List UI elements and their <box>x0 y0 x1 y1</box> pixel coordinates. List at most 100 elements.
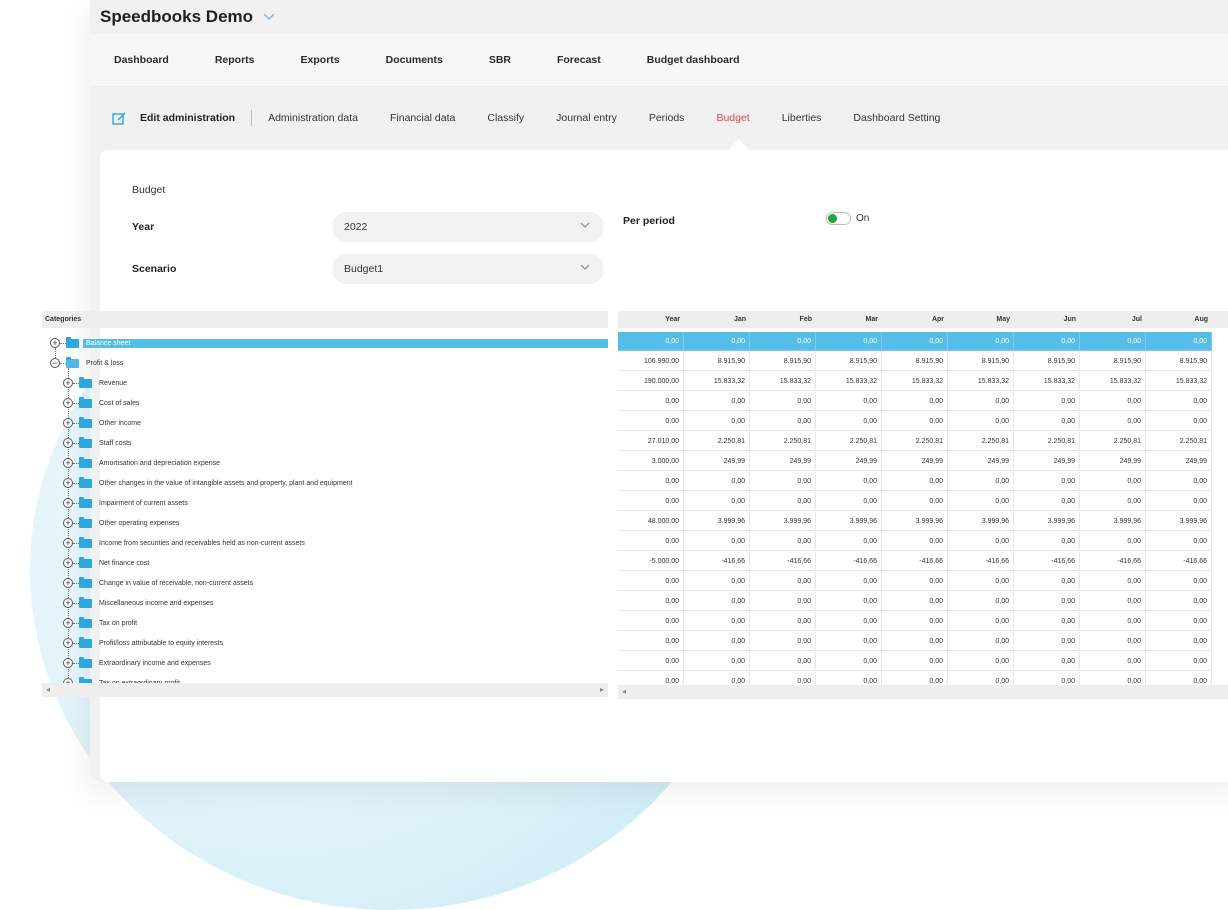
tree-row[interactable]: + Balance sheet <box>42 333 608 353</box>
tab-journal-entry[interactable]: Journal entry <box>556 112 617 124</box>
value-cell[interactable]: 0,00 <box>948 632 1014 651</box>
value-cell[interactable]: 0,00 <box>684 652 750 671</box>
nav-forecast[interactable]: Forecast <box>557 54 601 66</box>
column-header[interactable]: Jun <box>1014 311 1080 328</box>
value-cell[interactable]: 0,00 <box>1146 412 1212 431</box>
value-cell[interactable]: 0,00 <box>948 532 1014 551</box>
value-cell[interactable]: 8.915,90 <box>1146 352 1212 371</box>
value-cell[interactable]: 0,00 <box>618 652 684 671</box>
expand-plus-icon[interactable]: + <box>50 338 60 348</box>
value-cell[interactable]: 0,00 <box>618 572 684 591</box>
value-cell[interactable]: 0,00 <box>816 532 882 551</box>
value-cell[interactable]: -416,66 <box>882 552 948 571</box>
tree-row[interactable]: + Change in value of receivable, non-curr… <box>42 573 608 593</box>
value-cell[interactable]: 0,00 <box>684 632 750 651</box>
value-cell[interactable]: 0,00 <box>1014 412 1080 431</box>
tree-row[interactable]: + Profit/loss attributable to equity inte… <box>42 633 608 653</box>
value-cell[interactable]: 0,00 <box>684 612 750 631</box>
nav-exports[interactable]: Exports <box>301 54 340 66</box>
tree-row[interactable]: + Other operating expenses <box>42 513 608 533</box>
value-cell[interactable]: 0,00 <box>1014 612 1080 631</box>
expand-plus-icon[interactable]: + <box>63 398 73 408</box>
value-cell[interactable]: -416,66 <box>816 552 882 571</box>
expand-plus-icon[interactable]: + <box>63 518 73 528</box>
value-cell[interactable]: 3.999,96 <box>1080 512 1146 531</box>
value-cell[interactable]: 0,00 <box>1080 412 1146 431</box>
value-cell[interactable]: 0,00 <box>750 472 816 491</box>
value-cell[interactable]: 0,00 <box>684 392 750 411</box>
value-cell[interactable]: 0,00 <box>1080 592 1146 611</box>
value-cell[interactable]: 0,00 <box>618 592 684 611</box>
value-cell[interactable]: 249,99 <box>948 452 1014 471</box>
value-cell[interactable]: 0,00 <box>1146 332 1212 351</box>
value-cell[interactable]: 2.250,81 <box>816 432 882 451</box>
column-header[interactable]: Feb <box>750 311 816 328</box>
tree-row[interactable]: + Income from securities and receivables … <box>42 533 608 553</box>
value-cell[interactable]: 0,00 <box>816 492 882 511</box>
value-cell[interactable]: 0,00 <box>1014 592 1080 611</box>
value-cell[interactable]: 0,00 <box>816 612 882 631</box>
value-cell[interactable]: 15.833,32 <box>882 372 948 391</box>
tree-row[interactable]: − Profit & loss <box>42 353 608 373</box>
tree-row[interactable]: + Cost of sales <box>42 393 608 413</box>
column-header[interactable]: Aug <box>1146 311 1212 328</box>
expand-plus-icon[interactable]: + <box>63 578 73 588</box>
tree-row[interactable]: + Net finance cost <box>42 553 608 573</box>
value-cell[interactable]: 2.250,81 <box>882 432 948 451</box>
value-cell[interactable]: 0,00 <box>750 572 816 591</box>
tree-row[interactable]: + Miscellaneous income and expenses <box>42 593 608 613</box>
column-header[interactable]: Jan <box>684 311 750 328</box>
value-cell[interactable]: 0,00 <box>882 492 948 511</box>
value-cell[interactable]: 249,99 <box>1080 452 1146 471</box>
value-cell[interactable]: 15.833,32 <box>948 372 1014 391</box>
value-cell[interactable]: 0,00 <box>882 572 948 591</box>
value-cell[interactable]: 0,00 <box>1080 532 1146 551</box>
expand-plus-icon[interactable]: + <box>63 458 73 468</box>
value-cell[interactable]: 190.000,00 <box>618 372 684 391</box>
value-cell[interactable]: 2.250,81 <box>948 432 1014 451</box>
value-cell[interactable]: 0,00 <box>1146 652 1212 671</box>
value-cell[interactable]: 0,00 <box>1014 652 1080 671</box>
value-cell[interactable]: 0,00 <box>1014 492 1080 511</box>
value-cell[interactable]: 0,00 <box>750 612 816 631</box>
value-cell[interactable]: 3.999,96 <box>684 512 750 531</box>
expand-plus-icon[interactable]: + <box>63 498 73 508</box>
value-cell[interactable]: 0,00 <box>948 592 1014 611</box>
collapse-minus-icon[interactable]: − <box>50 358 60 368</box>
per-period-toggle[interactable]: On <box>826 212 869 225</box>
value-cell[interactable]: 0,00 <box>882 472 948 491</box>
column-header[interactable]: Mar <box>816 311 882 328</box>
value-cell[interactable]: 0,00 <box>1146 392 1212 411</box>
value-cell[interactable]: 15.833,32 <box>750 372 816 391</box>
value-cell[interactable]: 0,00 <box>816 632 882 651</box>
value-cell[interactable]: 249,99 <box>684 452 750 471</box>
tree-row[interactable]: + Amortisation and depreciation expense <box>42 453 608 473</box>
horizontal-scrollbar[interactable]: ◂ ▸ <box>42 683 608 697</box>
nav-documents[interactable]: Documents <box>386 54 443 66</box>
tab-liberties[interactable]: Liberties <box>782 112 822 124</box>
value-cell[interactable]: 3.999,96 <box>816 512 882 531</box>
value-cell[interactable]: 0,00 <box>882 412 948 431</box>
value-cell[interactable]: 8.915,90 <box>1014 352 1080 371</box>
value-cell[interactable]: 0,00 <box>1146 592 1212 611</box>
value-cell[interactable]: -416,66 <box>1146 552 1212 571</box>
value-cell[interactable]: 0,00 <box>1014 332 1080 351</box>
value-cell[interactable]: 2.250,81 <box>750 432 816 451</box>
value-cell[interactable]: 3.999,96 <box>750 512 816 531</box>
column-header[interactable]: May <box>948 311 1014 328</box>
value-cell[interactable]: -5.000,00 <box>618 552 684 571</box>
value-cell[interactable]: 0,00 <box>750 532 816 551</box>
value-cell[interactable]: 3.999,96 <box>1146 512 1212 531</box>
value-cell[interactable]: 2.250,81 <box>1014 432 1080 451</box>
expand-plus-icon[interactable]: + <box>63 558 73 568</box>
expand-plus-icon[interactable]: + <box>63 658 73 668</box>
expand-plus-icon[interactable]: + <box>63 538 73 548</box>
value-cell[interactable]: -416,66 <box>948 552 1014 571</box>
value-cell[interactable]: 3.999,96 <box>882 512 948 531</box>
tree-row[interactable]: + Staff costs <box>42 433 608 453</box>
value-cell[interactable]: 8.915,90 <box>684 352 750 371</box>
value-cell[interactable]: 0,00 <box>882 592 948 611</box>
value-cell[interactable]: 0,00 <box>1146 572 1212 591</box>
value-cell[interactable]: 27.010,00 <box>618 432 684 451</box>
value-cell[interactable]: 15.833,32 <box>1080 372 1146 391</box>
